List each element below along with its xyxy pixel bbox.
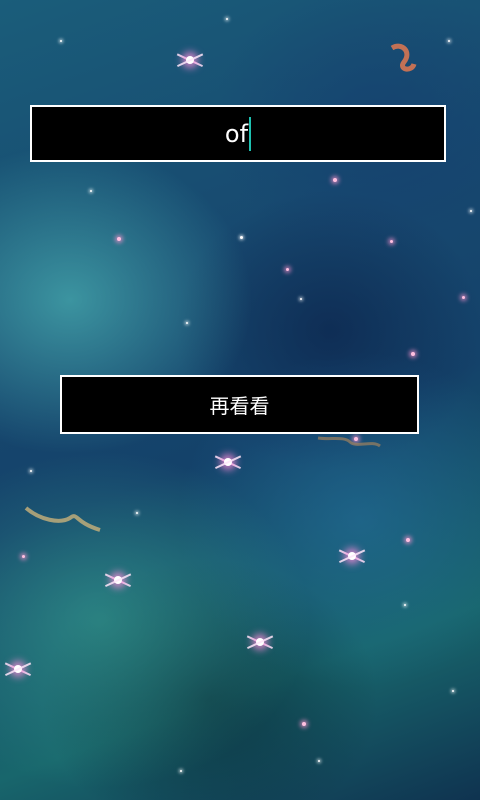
text-input[interactable]: of [30, 105, 446, 162]
look-again-button-label: 再看看 [209, 394, 270, 418]
text-cursor [249, 116, 252, 151]
look-again-button[interactable]: 再看看 [60, 375, 419, 434]
input-value: of [224, 119, 249, 148]
